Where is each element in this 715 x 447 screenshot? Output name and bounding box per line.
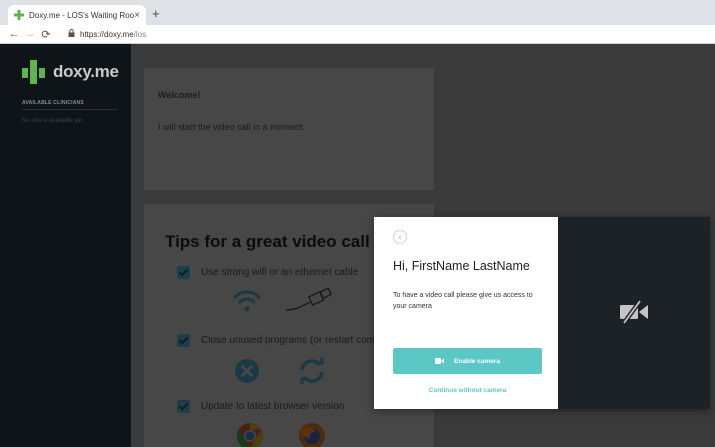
tip-label: Update to latest browser version xyxy=(201,401,345,412)
back-button[interactable]: ‹ xyxy=(393,230,407,244)
camera-preview-panel xyxy=(558,217,710,409)
doxy-logo: doxy.me xyxy=(22,60,119,84)
checkbox-icon xyxy=(177,334,190,347)
tip-item: Close unused programs (or restart comput… xyxy=(177,334,401,347)
address-bar: ← → ⟳ https://doxy.me/los xyxy=(0,25,715,44)
enable-camera-button[interactable]: Enable camera xyxy=(393,348,542,374)
enable-camera-label: Enable camera xyxy=(454,357,500,365)
back-arrow-icon[interactable]: ← xyxy=(6,28,22,40)
modal-content: ‹ Hi, FirstName LastName To have a video… xyxy=(374,217,558,409)
checkbox-icon xyxy=(177,266,190,279)
modal-title: Hi, FirstName LastName xyxy=(393,259,530,273)
tip-label: Close unused programs (or restart comput… xyxy=(201,335,402,346)
tab-title: Doxy.me - LOS's Waiting Room xyxy=(29,10,135,20)
chrome-icon xyxy=(236,422,264,447)
tab-close-icon[interactable]: × xyxy=(134,10,140,21)
available-clinicians-label: AVAILABLE CLINICIANS xyxy=(22,100,84,106)
refresh-icon xyxy=(298,357,326,389)
page-body: doxy.me AVAILABLE CLINICIANS No one is a… xyxy=(0,44,715,447)
url-host: https://doxy.me xyxy=(80,29,134,39)
firefox-icon xyxy=(298,422,326,447)
doxy-logo-icon xyxy=(22,60,48,84)
new-tab-button[interactable]: + xyxy=(152,6,160,21)
sidebar: doxy.me AVAILABLE CLINICIANS No one is a… xyxy=(0,44,131,447)
continue-without-camera-link[interactable]: Continue without camera xyxy=(393,387,542,394)
video-camera-icon xyxy=(435,358,445,364)
wifi-icon xyxy=(232,288,262,319)
doxy-favicon-icon xyxy=(14,10,24,20)
welcome-card: Welcome! I will start the video call in … xyxy=(144,68,434,190)
modal-description: To have a video call please give us acce… xyxy=(393,292,533,310)
welcome-message: I will start the video call in a moment. xyxy=(158,122,306,132)
camera-off-icon xyxy=(620,299,650,329)
browser-tab-bar: Doxy.me - LOS's Waiting Room × + xyxy=(0,0,715,25)
no-clinicians-text: No one is available yet xyxy=(22,118,83,124)
camera-permission-modal: ‹ Hi, FirstName LastName To have a video… xyxy=(374,217,710,409)
forward-arrow-icon[interactable]: → xyxy=(22,28,38,40)
url-field[interactable]: https://doxy.me/los xyxy=(68,29,146,39)
logo-text: doxy.me xyxy=(53,62,119,81)
ethernet-cable-icon xyxy=(284,287,334,319)
close-circle-icon xyxy=(234,358,260,389)
tip-item: Use strong wifi or an ethernet cable xyxy=(177,266,358,279)
browser-tab[interactable]: Doxy.me - LOS's Waiting Room × xyxy=(8,5,146,25)
tips-title: Tips for a great video call xyxy=(165,232,370,251)
welcome-title: Welcome! xyxy=(158,90,201,100)
reload-icon[interactable]: ⟳ xyxy=(38,28,54,41)
checkbox-icon xyxy=(177,400,190,413)
sidebar-divider xyxy=(22,109,118,110)
tip-label: Use strong wifi or an ethernet cable xyxy=(201,267,359,278)
url-path: /los xyxy=(133,29,147,39)
lock-icon xyxy=(68,29,75,39)
tip-item: Update to latest browser version xyxy=(177,400,344,413)
